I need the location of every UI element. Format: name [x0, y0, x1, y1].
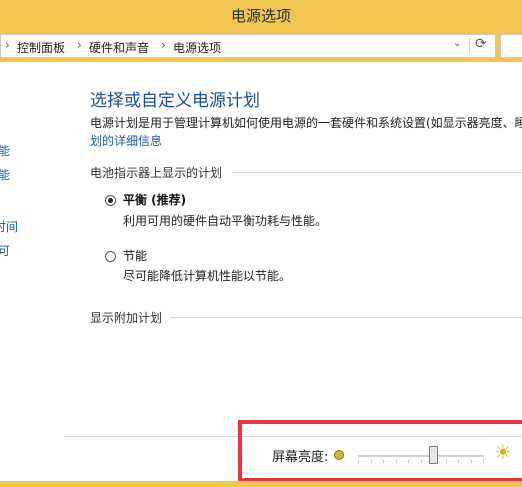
brightness-label: 屏幕亮度:: [272, 450, 329, 465]
bottom-frame: [0, 481, 522, 487]
slider-tick: [408, 460, 409, 463]
slider-tick: [471, 460, 472, 463]
sidebar-item-fragment[interactable]: 能: [0, 142, 10, 159]
address-bar[interactable]: › 控制面板 › 硬件和声音 › 电源选项 ⌄ ⟳: [0, 34, 496, 58]
dim-sun-icon: [334, 450, 344, 460]
sidebar-item-fragment[interactable]: 可: [0, 242, 10, 259]
address-divider: [469, 38, 470, 54]
plan-power-saver-name[interactable]: 节能: [123, 247, 147, 264]
show-additional-plans[interactable]: 显示附加计划: [90, 309, 162, 326]
slider-tick: [371, 460, 372, 463]
section-divider: [232, 172, 522, 173]
slider-tick: [421, 460, 422, 463]
plan-power-saver-radio[interactable]: [105, 251, 116, 262]
slider-tick: [358, 460, 359, 463]
brightness-slider-ticks: [358, 460, 484, 464]
page-title: 选择或自定义电源计划: [90, 91, 260, 111]
slider-tick: [396, 460, 397, 463]
chevron-down-icon[interactable]: ⌄: [453, 38, 461, 49]
plan-balanced-radio[interactable]: [105, 195, 116, 206]
brightness-slider-track[interactable]: [358, 455, 484, 457]
sidebar-item-fragment[interactable]: 能: [0, 166, 10, 183]
bright-sun-icon: ☀: [494, 440, 512, 464]
plan-balanced-desc: 利用可用的硬件自动平衡功耗与性能。: [123, 214, 328, 228]
search-input[interactable]: [500, 34, 522, 58]
sidebar-item-fragment[interactable]: 时间: [0, 218, 18, 235]
section-divider: [170, 317, 522, 318]
plan-details-link[interactable]: 划的详细信息: [90, 132, 162, 149]
breadcrumb-power-options[interactable]: 电源选项: [173, 39, 221, 56]
plan-power-saver-desc: 尽可能降低计算机性能以节能。: [123, 269, 292, 283]
page-description: 电源计划是用于管理计算机如何使用电源的一套硬件和系统设置(如显示器亮度、睡: [90, 116, 522, 130]
address-bar-area: › 控制面板 › 硬件和声音 › 电源选项 ⌄ ⟳: [0, 32, 522, 62]
refresh-icon[interactable]: ⟳: [475, 36, 487, 52]
slider-tick: [458, 460, 459, 463]
slider-tick: [446, 460, 447, 463]
breadcrumb-hardware-sound[interactable]: 硬件和声音: [89, 39, 149, 56]
battery-plans-section-title: 电池指示器上显示的计划: [90, 166, 223, 180]
brightness-slider-thumb[interactable]: [429, 446, 438, 464]
breadcrumb-control-panel[interactable]: 控制面板: [17, 39, 65, 56]
breadcrumb-separator: ›: [5, 38, 10, 52]
breadcrumb-separator[interactable]: ›: [77, 38, 82, 52]
window-title: 电源选项: [230, 7, 291, 25]
slider-tick: [383, 460, 384, 463]
slider-tick: [483, 460, 484, 463]
breadcrumb-separator[interactable]: ›: [161, 38, 166, 52]
plan-balanced-name[interactable]: 平衡 (推荐): [123, 191, 186, 208]
title-bar: 电源选项: [0, 0, 522, 32]
